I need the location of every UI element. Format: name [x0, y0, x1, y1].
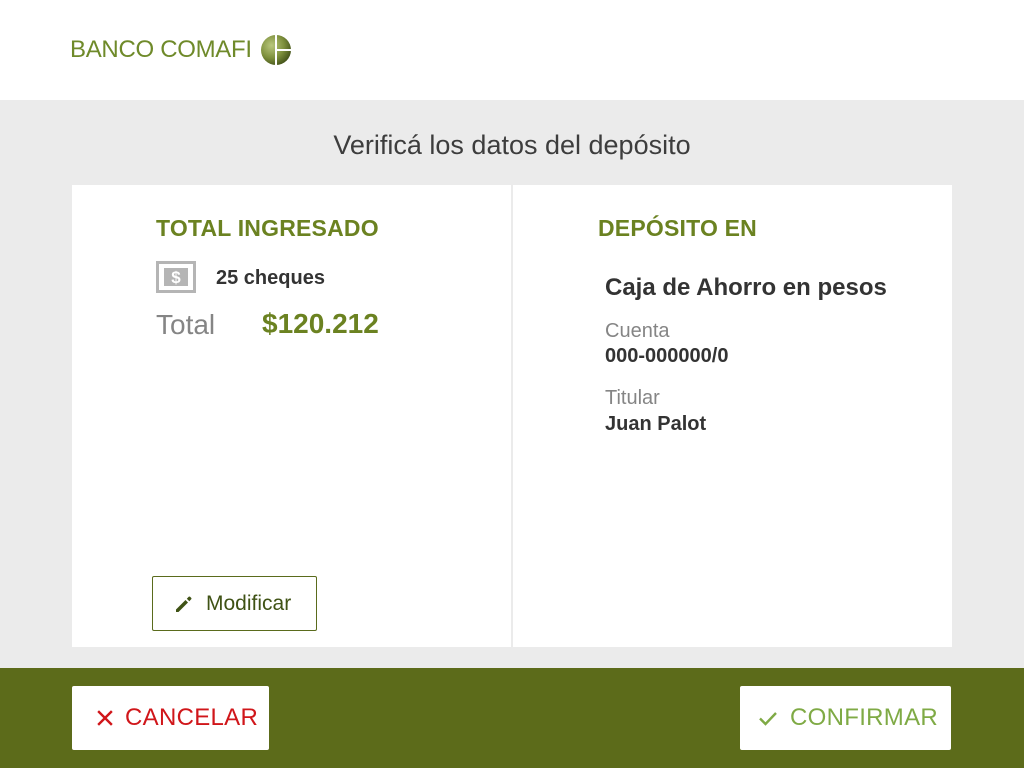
footer-bar: CANCELAR CONFIRMAR: [0, 668, 1024, 768]
check-icon: [759, 712, 777, 726]
confirm-button[interactable]: CONFIRMAR: [740, 686, 951, 750]
page-title: Verificá los datos del depósito: [333, 130, 691, 160]
total-amount: $120.212: [262, 308, 379, 339]
card-divider: [511, 185, 513, 647]
deposito-en-heading: DEPÓSITO EN: [598, 215, 757, 241]
cheque-count: 25 cheques: [216, 267, 325, 289]
holder-label: Titular: [605, 387, 660, 409]
cheque-dollar-icon: $: [156, 261, 196, 293]
bank-logo: BANCO COMAFI: [70, 33, 292, 67]
modify-button-label: Modificar: [206, 591, 292, 615]
pencil-icon: [176, 596, 192, 612]
account-number: 000-000000/0: [605, 345, 729, 367]
header: BANCO COMAFI: [0, 0, 1024, 100]
confirm-button-label: CONFIRMAR: [790, 704, 939, 731]
cancel-button-label: CANCELAR: [125, 704, 259, 731]
cancel-button[interactable]: CANCELAR: [72, 686, 269, 750]
total-ingresado-heading: TOTAL INGRESADO: [156, 215, 379, 241]
logo-text: BANCO COMAFI: [70, 36, 252, 63]
close-icon: [97, 710, 113, 726]
deposit-summary-card: TOTAL INGRESADO $ 25 cheques Total $120.…: [72, 185, 952, 647]
modify-button[interactable]: Modificar: [152, 576, 317, 631]
account-label: Cuenta: [605, 320, 670, 342]
account-type: Caja de Ahorro en pesos: [605, 274, 887, 301]
comafi-globe-icon: [260, 35, 291, 65]
holder-name: Juan Palot: [605, 413, 707, 435]
svg-text:$: $: [171, 268, 181, 287]
total-label: Total: [156, 309, 216, 340]
